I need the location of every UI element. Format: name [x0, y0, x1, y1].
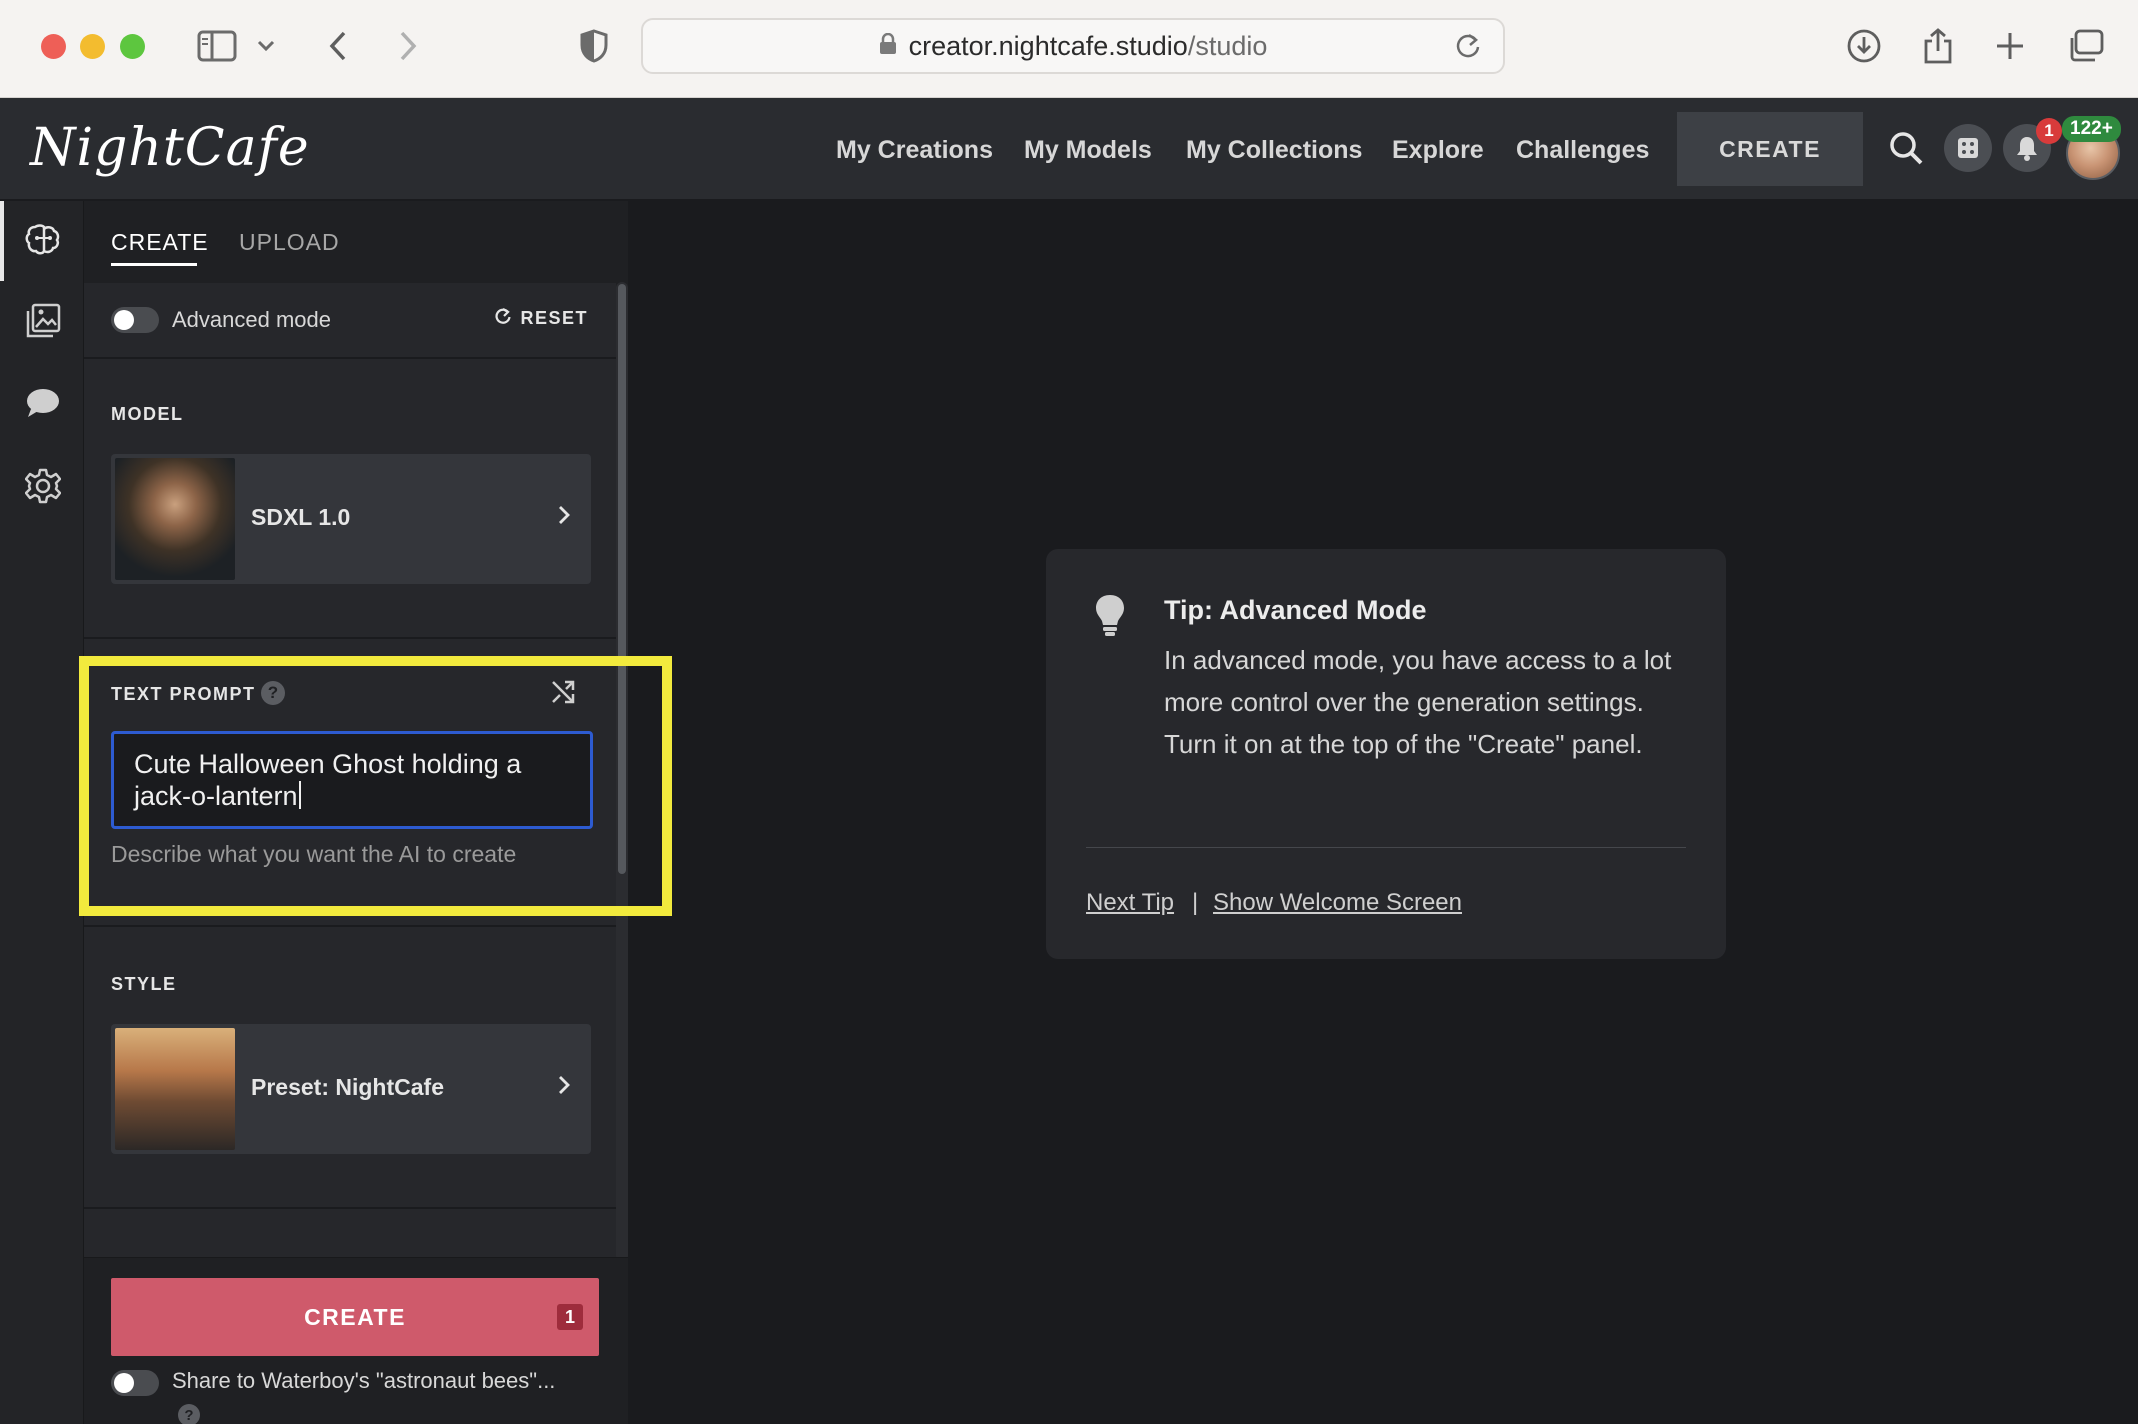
model-thumbnail — [115, 458, 235, 580]
chevron-right-icon — [557, 1074, 571, 1101]
model-name: SDXL 1.0 — [251, 504, 351, 530]
tip-title: Tip: Advanced Mode — [1164, 595, 1427, 625]
tab-create[interactable]: CREATE — [111, 229, 209, 256]
style-selector[interactable]: Preset: NightCafe — [111, 1024, 591, 1154]
create-button-label: CREATE — [304, 1303, 406, 1330]
chat-icon[interactable] — [22, 382, 64, 424]
reload-icon[interactable] — [1455, 32, 1481, 65]
sidebar-toggle-icon[interactable] — [193, 22, 241, 70]
nightcafe-logo[interactable]: NightCafe — [30, 118, 310, 178]
url-text: creator.nightcafe.studio/studio — [908, 30, 1268, 61]
tip-card: Tip: Advanced Mode In advanced mode, you… — [1046, 549, 1726, 959]
credits-badge: 122+ — [2062, 116, 2121, 142]
brain-icon[interactable] — [22, 219, 64, 261]
reset-label: RESET — [520, 308, 588, 328]
nav-challenges[interactable]: Challenges — [1516, 136, 1649, 165]
notification-count-badge: 1 — [2036, 118, 2062, 144]
share-toggle[interactable] — [111, 1370, 159, 1396]
dice-icon[interactable] — [1944, 124, 1992, 172]
tip-divider — [1086, 847, 1686, 848]
new-tab-icon[interactable] — [1986, 22, 2034, 70]
browser-toolbar: creator.nightcafe.studio/studio — [0, 0, 2138, 98]
reset-button[interactable]: RESET — [494, 307, 588, 330]
download-icon[interactable] — [1840, 22, 1888, 70]
create-cost-badge: 1 — [557, 1304, 583, 1330]
address-bar[interactable]: creator.nightcafe.studio/studio — [641, 18, 1505, 74]
share-label: Share to Waterboy's "astronaut bees"... — [172, 1368, 556, 1393]
lightbulb-icon — [1094, 593, 1126, 644]
tip-body: In advanced mode, you have access to a l… — [1164, 645, 1672, 759]
lock-icon — [879, 32, 897, 60]
nav-my-models[interactable]: My Models — [1024, 136, 1152, 165]
gallery-icon[interactable] — [22, 300, 64, 342]
settings-section-peek — [84, 1209, 616, 1257]
back-icon[interactable] — [314, 22, 362, 70]
share-icon[interactable] — [1914, 22, 1962, 70]
create-button[interactable]: CREATE 1 — [111, 1278, 599, 1356]
forward-icon[interactable] — [384, 22, 432, 70]
model-section: MODEL SDXL 1.0 — [84, 359, 616, 637]
advanced-mode-label: Advanced mode — [172, 307, 331, 332]
rail-active-indicator — [0, 201, 4, 281]
reset-icon — [494, 307, 512, 330]
model-heading: MODEL — [111, 404, 184, 424]
maximize-window-button[interactable] — [120, 34, 145, 59]
advanced-mode-toggle[interactable] — [111, 307, 159, 333]
style-thumbnail — [115, 1028, 235, 1150]
minimize-window-button[interactable] — [80, 34, 105, 59]
advanced-mode-row: Advanced mode RESET — [84, 283, 616, 357]
style-section: STYLE Preset: NightCafe — [84, 927, 616, 1207]
show-welcome-screen-link[interactable]: Show Welcome Screen — [1213, 889, 1462, 917]
nav-my-collections[interactable]: My Collections — [1186, 136, 1362, 165]
chevron-down-icon[interactable] — [248, 22, 284, 70]
shield-icon[interactable] — [570, 22, 618, 70]
tab-overview-icon[interactable] — [2062, 22, 2110, 70]
nav-explore[interactable]: Explore — [1392, 136, 1484, 165]
style-heading: STYLE — [111, 974, 177, 994]
next-tip-link[interactable]: Next Tip — [1086, 889, 1174, 917]
nav-my-creations[interactable]: My Creations — [836, 136, 993, 165]
style-name: Preset: NightCafe — [251, 1074, 444, 1100]
chevron-right-icon — [557, 504, 571, 531]
header-create-button[interactable]: CREATE — [1677, 112, 1863, 186]
model-selector[interactable]: SDXL 1.0 — [111, 454, 591, 584]
share-help-icon[interactable]: ? — [178, 1404, 200, 1424]
tip-link-separator: | — [1192, 889, 1199, 916]
gear-icon[interactable] — [22, 465, 64, 507]
highlight-box — [79, 656, 672, 916]
close-window-button[interactable] — [41, 34, 66, 59]
tab-upload[interactable]: UPLOAD — [239, 229, 340, 256]
app-header: NightCafe My Creations My Models My Coll… — [0, 98, 2138, 200]
search-icon[interactable] — [1884, 126, 1928, 170]
active-tab-underline — [111, 263, 197, 266]
